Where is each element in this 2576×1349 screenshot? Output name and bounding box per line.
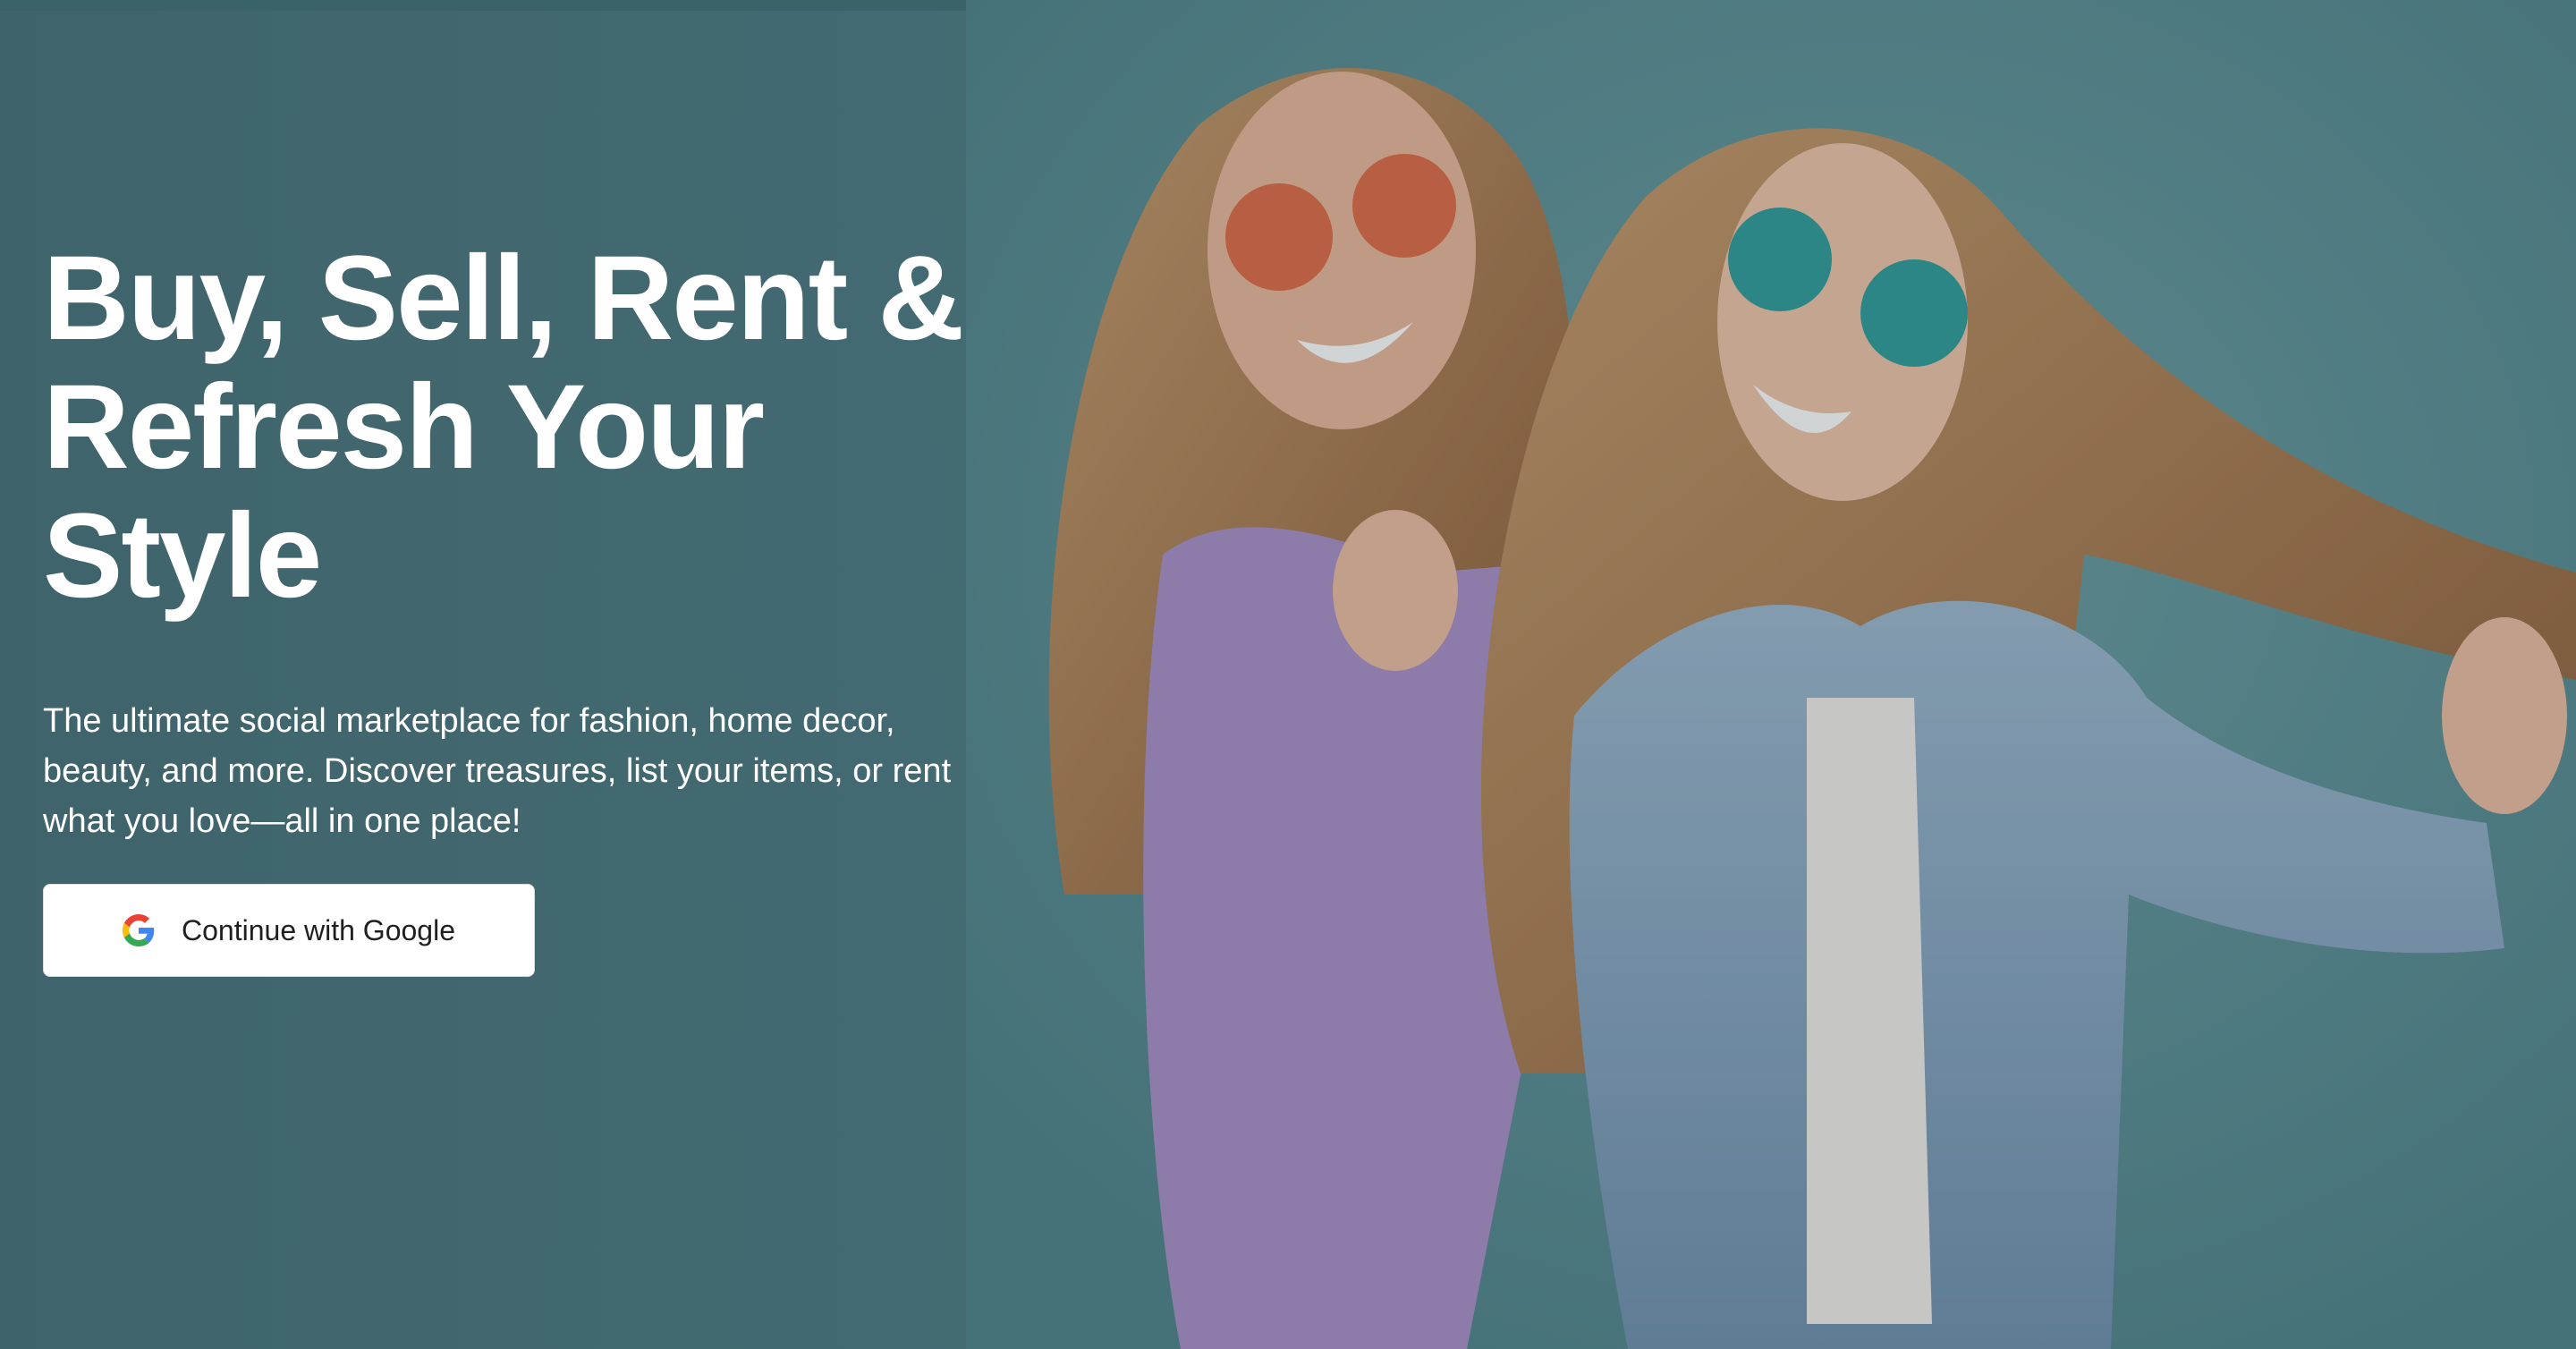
headline-line: Style (43, 489, 322, 623)
continue-with-google-button[interactable]: Continue with Google (43, 884, 535, 977)
hero-headline: Buy, Sell, Rent & Refresh Your Style (43, 234, 1027, 621)
google-icon (123, 914, 155, 946)
hero-section: Buy, Sell, Rent & Refresh Your Style The… (0, 0, 2576, 1349)
subtitle-line: beauty, and more. Discover treasures, li… (43, 752, 952, 790)
subtitle-line: The ultimate social marketplace for fash… (43, 702, 895, 740)
hero-photo (966, 0, 2576, 1349)
hero-subtitle: The ultimate social marketplace for fash… (43, 696, 991, 846)
subtitle-line: what you love—all in one place! (43, 802, 521, 840)
continue-with-google-label: Continue with Google (182, 913, 455, 946)
headline-line: Refresh Your (43, 361, 765, 494)
hero-content: Buy, Sell, Rent & Refresh Your Style The… (43, 234, 1027, 846)
headline-line: Buy, Sell, Rent & (43, 232, 964, 365)
